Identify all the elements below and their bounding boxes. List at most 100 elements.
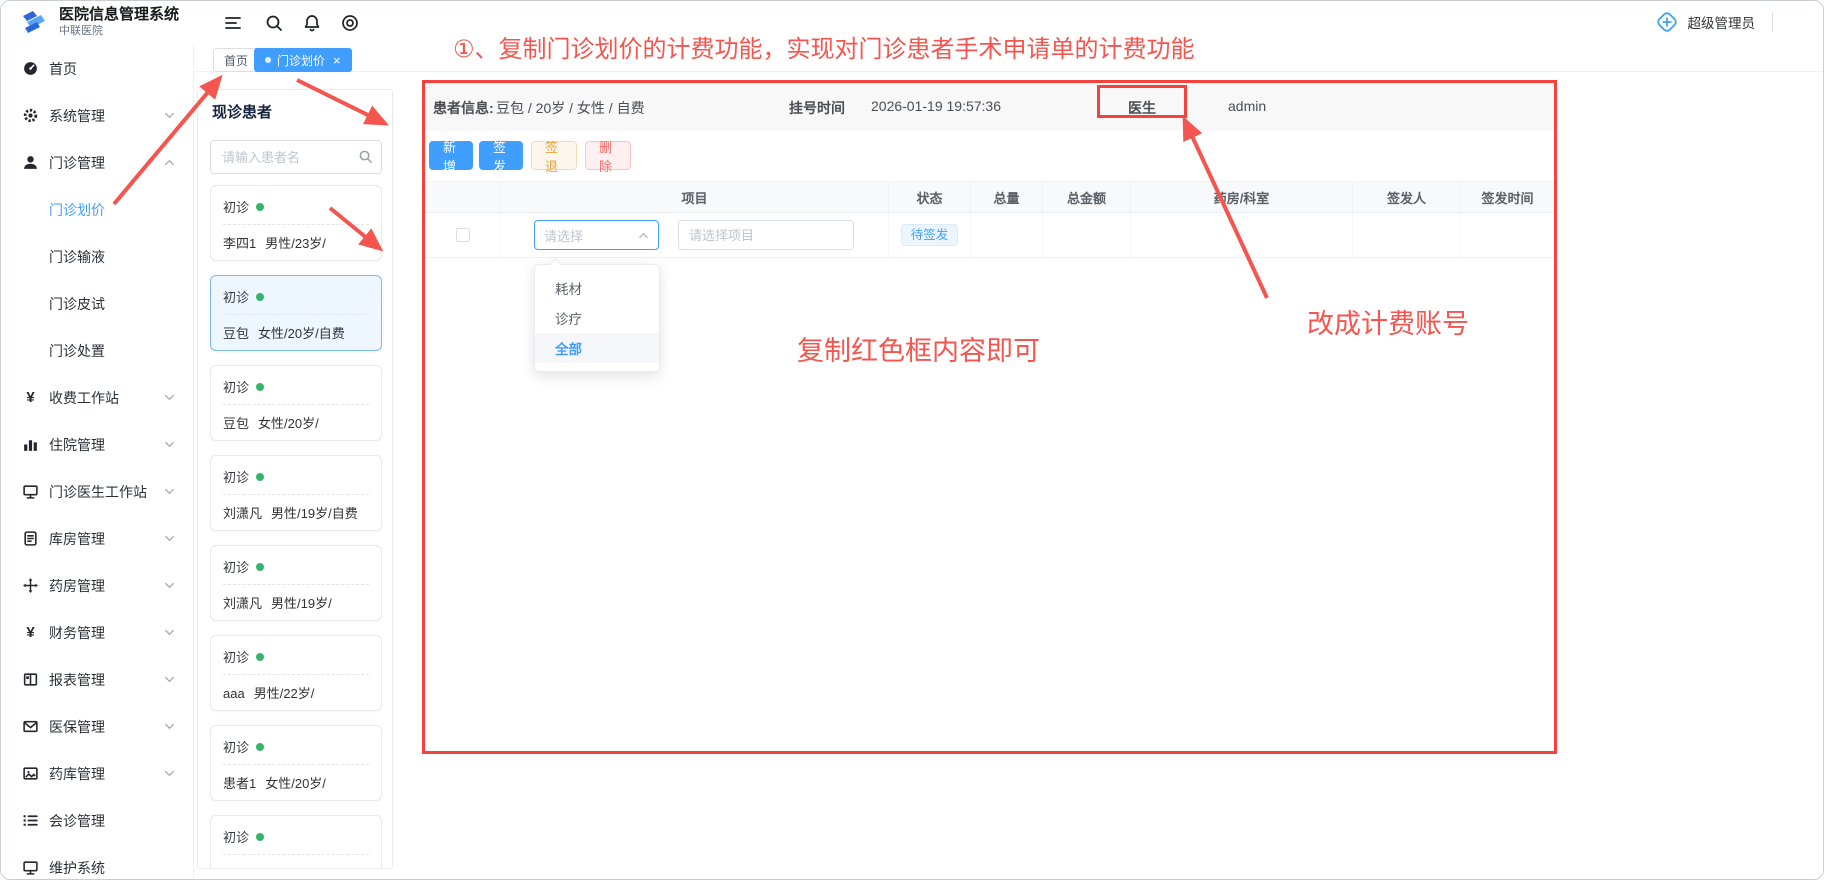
- sidebar-item-outpatient-treatment[interactable]: 门诊处置: [1, 327, 193, 374]
- patient-name: 李四1: [223, 236, 256, 251]
- chevron-down-icon: [164, 486, 175, 497]
- visit-type-label: 初诊: [223, 647, 249, 666]
- visit-type-label: 初诊: [223, 467, 249, 486]
- status-badge: 待签发: [901, 224, 959, 247]
- sidebar-item-reports[interactable]: 报表管理: [1, 656, 193, 703]
- hospital-logo-icon: [17, 8, 51, 38]
- row-checkbox[interactable]: [456, 228, 470, 242]
- issue-button[interactable]: 签发: [479, 141, 523, 170]
- yen-icon: ¥: [22, 624, 39, 641]
- sidebar-item-outpatient-pricing[interactable]: 门诊划价: [1, 186, 193, 233]
- sidebar-item-pharmacy[interactable]: 药房管理: [1, 562, 193, 609]
- patient-name: 患者1: [223, 776, 256, 791]
- sidebar-item-home[interactable]: 首页: [1, 45, 193, 92]
- patient-name: 刘潇凡: [223, 506, 262, 521]
- sidebar-item-label: 住院管理: [49, 435, 164, 455]
- col-total-amount: 总金额: [1043, 182, 1131, 212]
- status-dot: [256, 203, 264, 211]
- dropdown-option-treatment[interactable]: 诊疗: [535, 303, 659, 333]
- patient-search-input[interactable]: [210, 140, 382, 174]
- move-cross-icon: [22, 577, 39, 594]
- search-icon[interactable]: [264, 13, 284, 33]
- patient-card[interactable]: 初诊 李四1男性/23岁/: [210, 185, 382, 261]
- delete-button[interactable]: 删除: [585, 141, 631, 170]
- col-pharmacy-dept: 药房/科室: [1131, 182, 1353, 212]
- billing-table: 项目 状态 总量 总金额 药房/科室 签发人 签发时间 请选择 待签发: [425, 181, 1554, 258]
- visit-type-label: 初诊: [223, 377, 249, 396]
- sidebar-item-label: 维护系统: [49, 858, 175, 878]
- button-label: 新增: [443, 137, 459, 175]
- visit-type-label: 初诊: [223, 197, 249, 216]
- chevron-down-icon: [164, 627, 175, 638]
- annotation-copy-note: 复制红色框内容即可: [797, 329, 1040, 368]
- revoke-button[interactable]: 签退: [531, 141, 577, 170]
- dropdown-option-consumables[interactable]: 耗材: [535, 273, 659, 303]
- patient-card[interactable]: 初诊 刘潇凡男性/19岁/自费: [210, 455, 382, 531]
- sidebar-item-doctor-station[interactable]: 门诊医生工作站: [1, 468, 193, 515]
- header-divider: [1772, 12, 1773, 32]
- patient-card[interactable]: 初诊 豆包女性/20岁/: [210, 365, 382, 441]
- patient-info-label: 患者信息:: [433, 98, 494, 118]
- doctor-label: 医生: [1128, 98, 1156, 118]
- sidebar-item-outpatient-infusion[interactable]: 门诊输液: [1, 233, 193, 280]
- dropdown-notch: [549, 258, 562, 271]
- collapse-menu-icon[interactable]: [223, 13, 243, 33]
- sidebar-item-outpatient-skin-test[interactable]: 门诊皮试: [1, 280, 193, 327]
- sidebar-item-label: 首页: [49, 59, 175, 79]
- sidebar-item-storehouse[interactable]: 库房管理: [1, 515, 193, 562]
- sidebar-item-system[interactable]: 系统管理: [1, 92, 193, 139]
- chevron-down-icon: [164, 439, 175, 450]
- document-icon: [22, 530, 39, 547]
- tab-close-icon[interactable]: ×: [333, 54, 341, 67]
- status-dot: [256, 293, 264, 301]
- help-icon[interactable]: [340, 13, 360, 33]
- sidebar-item-label: 门诊皮试: [49, 294, 105, 314]
- patient-card[interactable]: 初诊: [210, 815, 382, 869]
- sidebar-item-charging-station[interactable]: ¥ 收费工作站: [1, 374, 193, 421]
- status-dot: [256, 653, 264, 661]
- search-icon[interactable]: [358, 149, 373, 164]
- app-window: 医院信息管理系统 中联医院 超级管理员 首页: [0, 0, 1824, 880]
- sidebar-item-label: 报表管理: [49, 670, 164, 690]
- sidebar-item-medical-insurance[interactable]: 医保管理: [1, 703, 193, 750]
- tab-outpatient-pricing[interactable]: 门诊划价 ×: [254, 48, 352, 72]
- dashboard-icon: [22, 60, 39, 77]
- item-type-dropdown: 耗材 诊疗 全部: [534, 264, 660, 372]
- active-tab-dot: [265, 57, 271, 63]
- dropdown-option-all[interactable]: 全部: [535, 333, 659, 363]
- chevron-down-icon: [164, 392, 175, 403]
- sidebar-item-maintenance[interactable]: 维护系统: [1, 844, 193, 880]
- user-menu[interactable]: 超级管理员: [1655, 10, 1774, 34]
- top-header: 医院信息管理系统 中联医院 超级管理员: [1, 1, 1823, 45]
- item-search-input[interactable]: [678, 220, 854, 250]
- col-select: [425, 182, 501, 212]
- sidebar-item-drug-storage[interactable]: 药库管理: [1, 750, 193, 797]
- sidebar-item-finance[interactable]: ¥ 财务管理: [1, 609, 193, 656]
- visit-type-label: 初诊: [223, 827, 249, 846]
- sidebar-item-consultation[interactable]: 会诊管理: [1, 797, 193, 844]
- patient-card-selected[interactable]: 初诊 豆包女性/20岁/自费: [210, 275, 382, 351]
- list-icon: [22, 812, 39, 829]
- bell-icon[interactable]: [302, 13, 322, 33]
- add-button[interactable]: 新增: [429, 141, 473, 170]
- patient-meta: 男性/19岁/自费: [271, 506, 358, 521]
- item-type-select[interactable]: 请选择: [534, 220, 659, 250]
- patient-card[interactable]: 初诊 aaa男性/22岁/: [210, 635, 382, 711]
- sidebar-item-label: 药库管理: [49, 764, 164, 784]
- status-dot: [256, 563, 264, 571]
- sidebar-item-outpatient[interactable]: 门诊管理: [1, 139, 193, 186]
- patient-name: 豆包: [223, 416, 249, 431]
- tab-home[interactable]: 首页: [213, 48, 259, 72]
- item-search-field: [678, 220, 854, 250]
- col-total-qty: 总量: [971, 182, 1043, 212]
- chevron-down-icon: [164, 674, 175, 685]
- patient-card[interactable]: 初诊 患者1女性/20岁/: [210, 725, 382, 801]
- patient-search: [210, 140, 382, 174]
- medical-cross-icon: [1655, 10, 1679, 34]
- chevron-down-icon: [164, 533, 175, 544]
- visit-type-label: 初诊: [223, 557, 249, 576]
- sidebar-item-inpatient[interactable]: 住院管理: [1, 421, 193, 468]
- yen-icon: ¥: [22, 389, 39, 406]
- patient-card[interactable]: 初诊 刘潇凡男性/19岁/: [210, 545, 382, 621]
- hospital-name: 中联医院: [59, 24, 179, 38]
